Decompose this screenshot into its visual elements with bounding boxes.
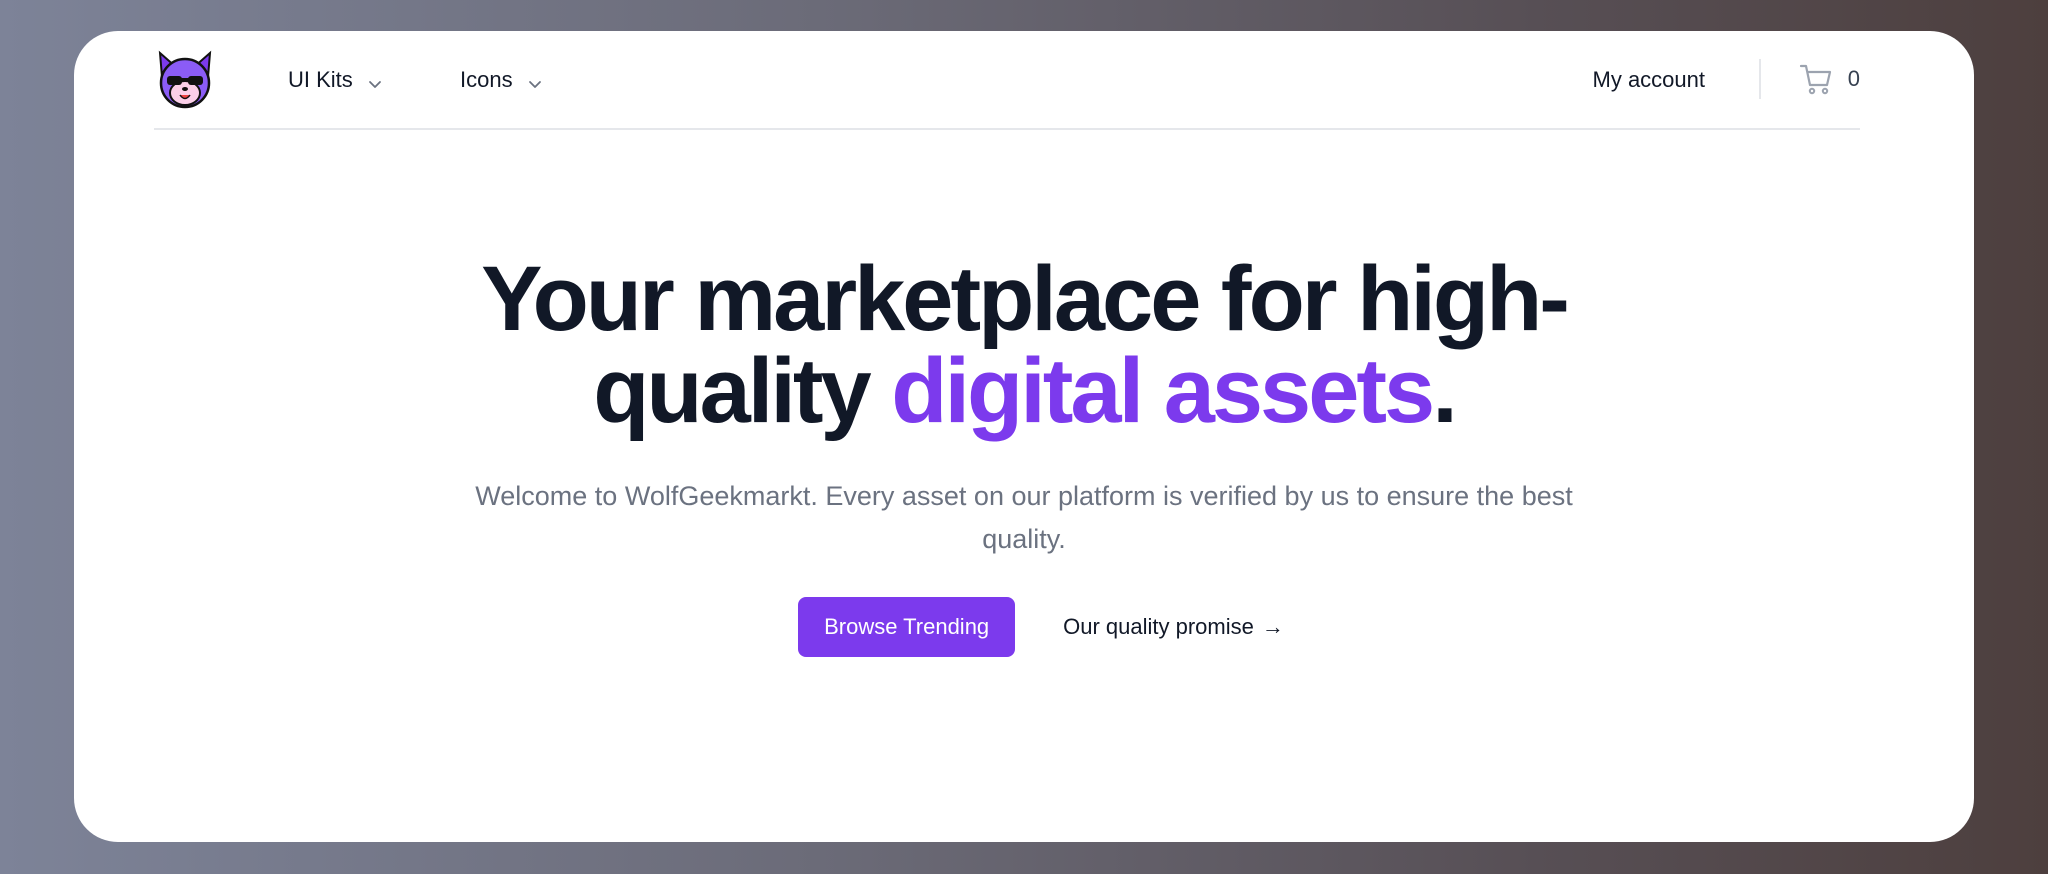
headline-line-2-start: quality xyxy=(593,340,892,442)
my-account-link[interactable]: My account xyxy=(1593,67,1706,93)
wolf-mascot-logo-icon[interactable] xyxy=(154,49,216,111)
chevron-down-icon xyxy=(367,72,383,88)
browse-trending-button[interactable]: Browse Trending xyxy=(798,597,1016,657)
shopping-cart-icon xyxy=(1799,64,1831,95)
top-navigation: UI Kits Icons My account 0 xyxy=(154,31,1860,130)
headline-accent: digital assets xyxy=(891,340,1435,442)
hero-section: Your marketplace for high- quality digit… xyxy=(74,253,1974,657)
nav-ui-kits-label: UI Kits xyxy=(288,67,353,92)
nav-divider xyxy=(1759,59,1761,99)
cart-count: 0 xyxy=(1847,66,1860,91)
arrow-right-icon: → xyxy=(1261,614,1284,639)
nav-icons-label: Icons xyxy=(460,67,513,92)
nav-icons-dropdown[interactable]: Icons xyxy=(460,67,543,93)
headline-line-1: Your marketplace for high- xyxy=(481,248,1570,350)
page-card: UI Kits Icons My account 0 Your marketpl… xyxy=(74,31,1974,842)
hero-headline: Your marketplace for high- quality digit… xyxy=(464,253,1584,437)
quality-promise-link[interactable]: Our quality promise → xyxy=(1063,614,1284,640)
hero-subtitle: Welcome to WolfGeekmarkt. Every asset on… xyxy=(475,481,1573,554)
nav-ui-kits-dropdown[interactable]: UI Kits xyxy=(288,67,383,93)
chevron-down-icon xyxy=(527,72,543,88)
cart-button[interactable]: 0 xyxy=(1798,61,1860,97)
headline-period: . xyxy=(1432,340,1458,442)
quality-promise-label: Our quality promise xyxy=(1063,614,1254,639)
hero-actions: Browse Trending Our quality promise → xyxy=(74,597,1974,657)
